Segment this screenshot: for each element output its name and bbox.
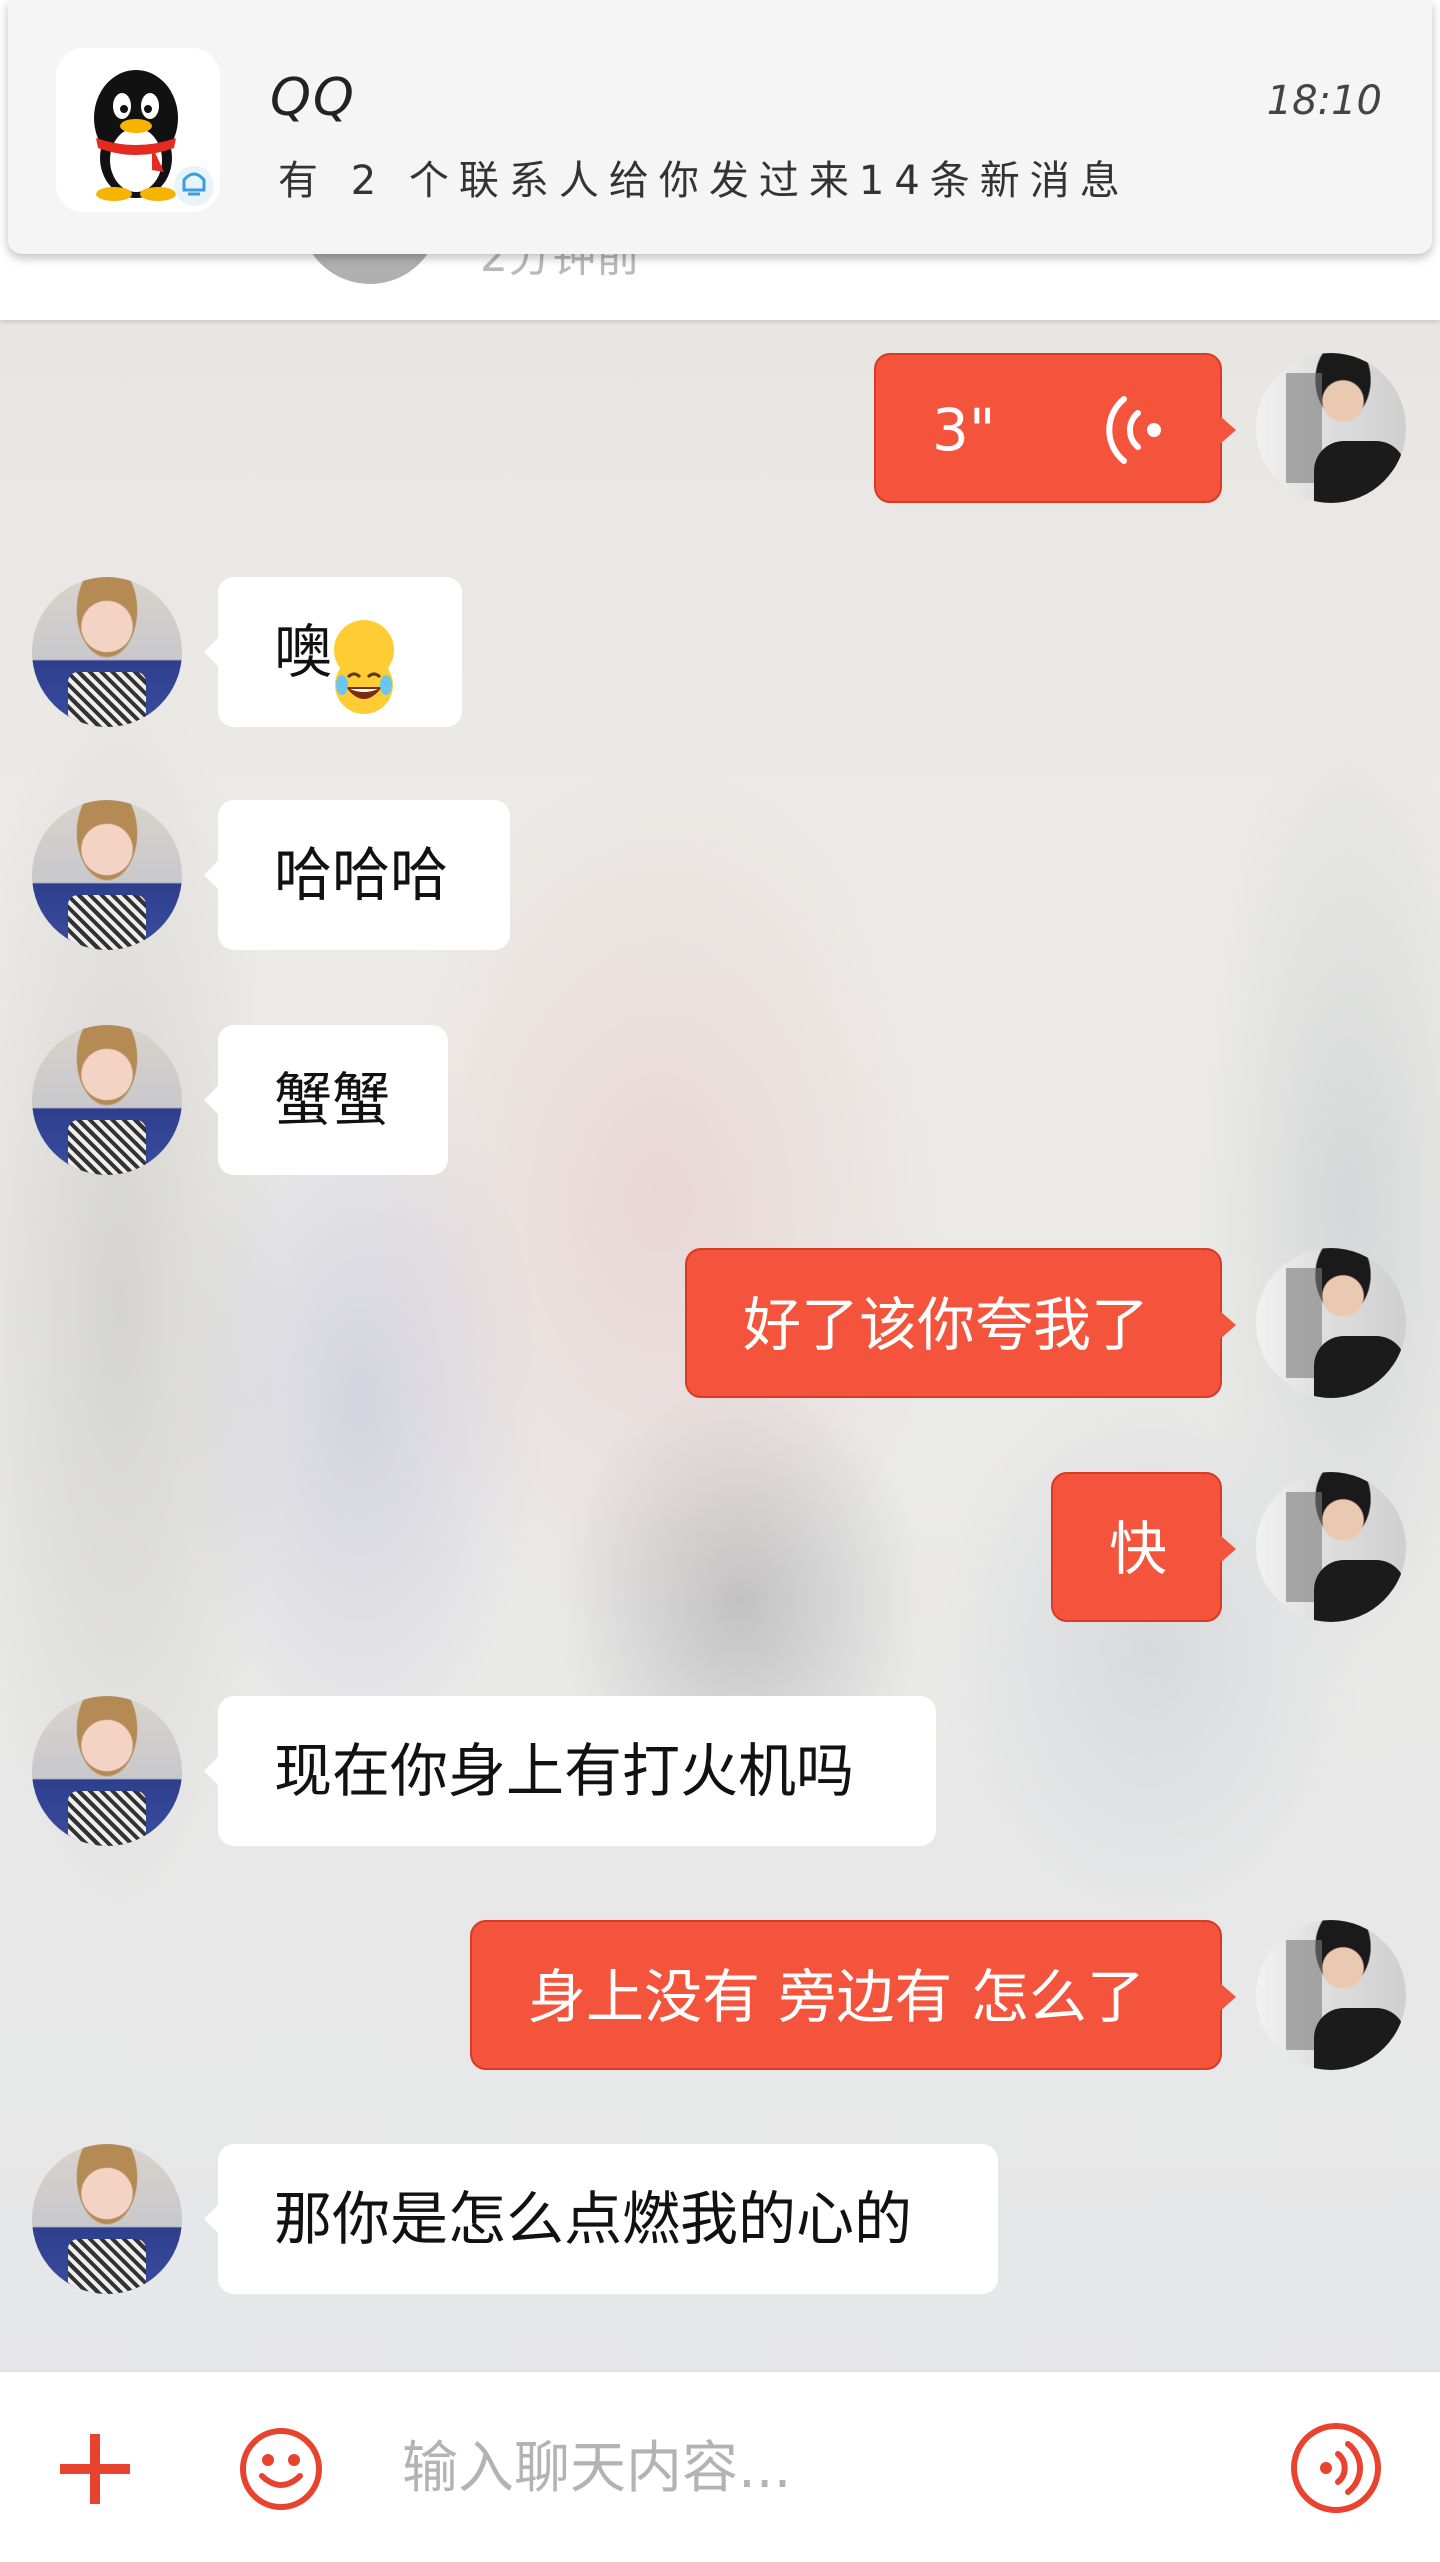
contact-avatar[interactable] [32, 577, 182, 727]
message-text: 身上没有 旁边有 怎么了 [528, 1963, 1145, 2031]
emoji-icon[interactable] [238, 2426, 324, 2512]
sender-avatar[interactable] [1256, 1248, 1406, 1398]
notification-body: 有 2 个联系人给你发过来14条新消息 [278, 158, 1130, 204]
message-bubble[interactable]: 身上没有 旁边有 怎么了 [470, 1920, 1236, 2070]
message-text: 那你是怎么点燃我的心的 [274, 2185, 913, 2253]
contact-avatar[interactable] [32, 800, 182, 950]
message-text: 好了该你夸我了 [743, 1291, 1150, 1359]
voice-wave-icon [1106, 396, 1161, 464]
message-bubble[interactable]: 好了该你夸我了 [685, 1248, 1236, 1398]
sender-avatar[interactable] [1256, 1472, 1406, 1622]
notification-time: 18:10 [1266, 78, 1382, 124]
message-text: 噢 [274, 618, 333, 686]
message-bubble[interactable]: 哈哈哈 [204, 800, 510, 950]
message-bubble[interactable]: 那你是怎么点燃我的心的 [204, 2144, 998, 2294]
sender-avatar[interactable] [1256, 353, 1406, 503]
composer-bar [0, 2370, 1440, 2562]
message-bubble[interactable]: 噢 [204, 577, 462, 727]
contact-avatar[interactable] [32, 2144, 182, 2294]
message-text: 蟹蟹 [274, 1066, 391, 1134]
contact-avatar[interactable] [32, 1025, 182, 1175]
voice-duration: 3" [932, 396, 996, 464]
laughing-tears-emoji-icon [334, 619, 395, 714]
qq-penguin-icon [56, 48, 220, 212]
message-text: 现在你身上有打火机吗 [274, 1737, 855, 1805]
message-bubble[interactable]: 蟹蟹 [204, 1025, 448, 1175]
voice-message-bubble[interactable]: 3" [874, 353, 1236, 503]
voice-input-icon[interactable] [1288, 2420, 1384, 2516]
notification-title: QQ [270, 68, 356, 128]
message-text: 哈哈哈 [274, 841, 449, 909]
contact-avatar[interactable] [32, 1696, 182, 1846]
qq-notification[interactable]: QQ 18:10 有 2 个联系人给你发过来14条新消息 [8, 0, 1432, 254]
plus-icon[interactable] [50, 2424, 140, 2514]
message-text: 快 [1109, 1515, 1168, 1583]
message-bubble[interactable]: 现在你身上有打火机吗 [204, 1696, 936, 1846]
sender-avatar[interactable] [1256, 1920, 1406, 2070]
message-input[interactable] [400, 2412, 1244, 2524]
message-bubble[interactable]: 快 [1051, 1472, 1236, 1622]
